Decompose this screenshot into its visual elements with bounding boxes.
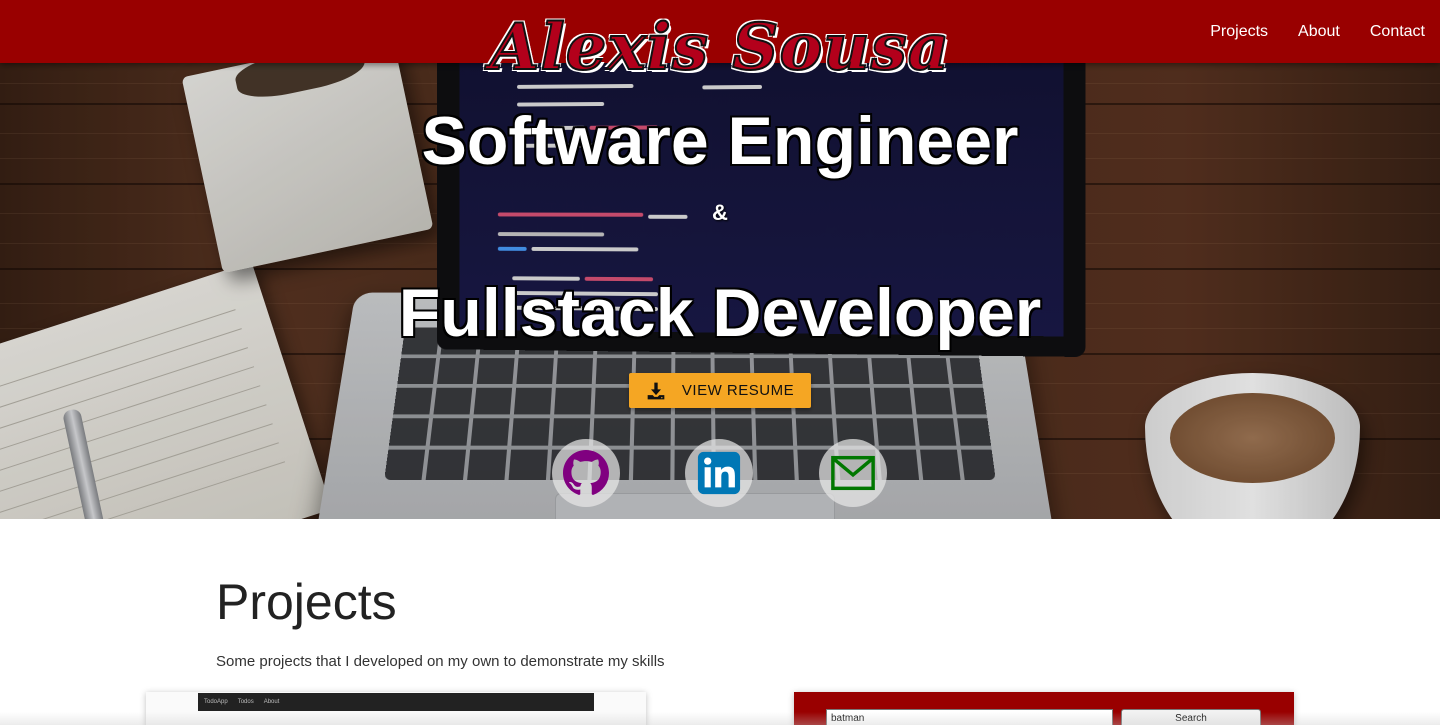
hero-title-line2: Fullstack Developer bbox=[398, 275, 1042, 351]
project-preview-search-button: Search bbox=[1121, 709, 1261, 725]
projects-subtitle: Some projects that I developed on my own… bbox=[216, 653, 665, 670]
nav-link-projects[interactable]: Projects bbox=[1210, 23, 1268, 41]
todoapp-preview-link-todos: Todos bbox=[237, 699, 254, 705]
download-icon bbox=[647, 382, 665, 399]
todoapp-preview-link-about: About bbox=[263, 699, 280, 705]
hero-ampersand: & bbox=[712, 200, 728, 225]
view-resume-button[interactable]: VIEW RESUME bbox=[629, 373, 811, 408]
github-icon bbox=[563, 450, 609, 495]
nav-link-about[interactable]: About bbox=[1298, 23, 1340, 41]
nav-links: Projects About Contact bbox=[1180, 0, 1425, 63]
envelope-icon bbox=[831, 455, 875, 491]
github-link[interactable] bbox=[552, 439, 620, 507]
projects-heading: Projects bbox=[216, 574, 397, 630]
navbar: Projects About Contact bbox=[0, 0, 1440, 63]
view-resume-label: VIEW RESUME bbox=[681, 382, 795, 399]
project-preview-search-input: batman bbox=[826, 709, 1113, 725]
hero-title-line1: Software Engineer bbox=[421, 103, 1019, 179]
linkedin-link[interactable] bbox=[685, 439, 753, 507]
project-card-search[interactable]: batman Search bbox=[794, 692, 1294, 725]
todoapp-preview-navbar: TodoApp Todos About bbox=[198, 693, 594, 711]
nav-link-contact[interactable]: Contact bbox=[1370, 23, 1425, 41]
todoapp-preview-brand: TodoApp bbox=[204, 699, 228, 705]
project-card-todoapp[interactable]: TodoApp Todos About bbox=[146, 692, 646, 725]
email-link[interactable] bbox=[819, 439, 887, 507]
linkedin-icon bbox=[697, 451, 741, 495]
hero-section: Software Engineer & Fullstack Developer … bbox=[0, 63, 1440, 519]
